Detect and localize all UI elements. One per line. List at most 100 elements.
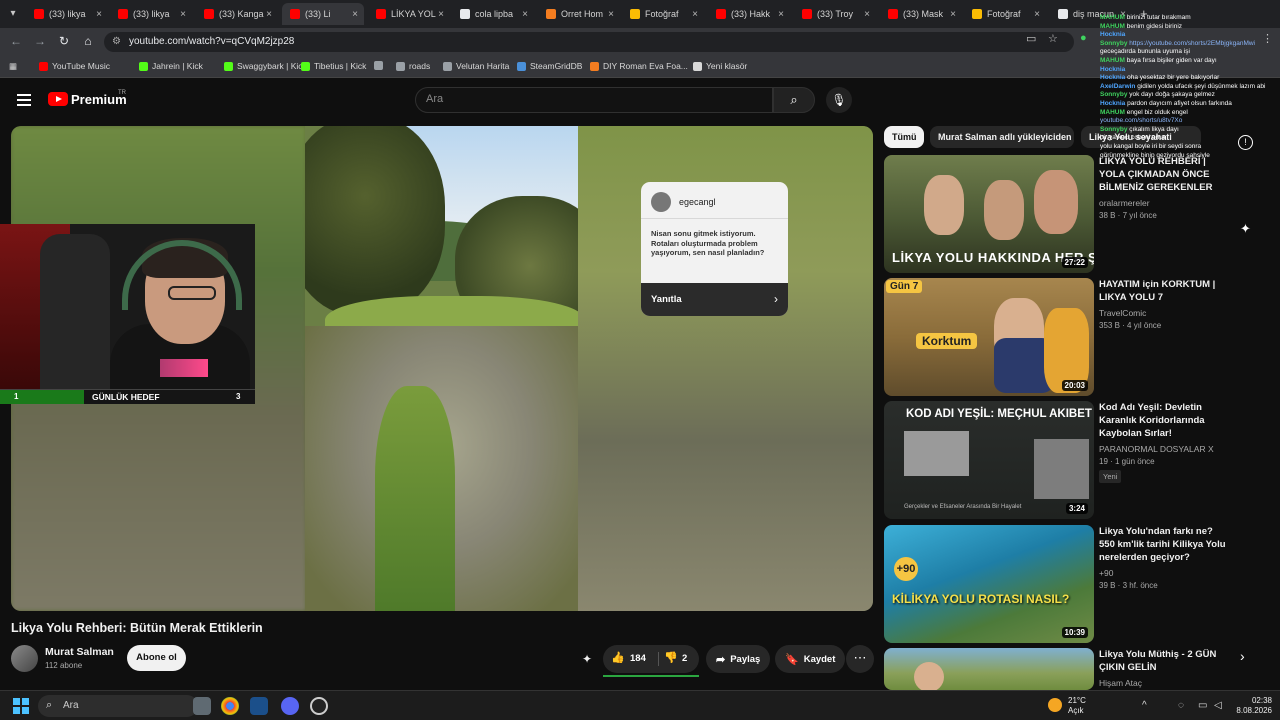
browser-tab[interactable]: (33) Hakk × xyxy=(708,3,790,25)
browser-tab[interactable]: Orret Hom × xyxy=(538,3,620,25)
tab-close-icon[interactable]: × xyxy=(438,9,444,20)
video-thumbnail[interactable]: KOD ADI YEŞİL: MEÇHUL AKIBET Gerçekler v… xyxy=(884,401,1094,519)
recommendation-title[interactable]: Likya Yolu'ndan farkı ne? 550 km'lik tar… xyxy=(1099,525,1229,564)
tab-close-icon[interactable]: × xyxy=(180,9,186,20)
voice-search-icon[interactable]: 🎙 xyxy=(826,87,852,113)
tab-close-icon[interactable]: × xyxy=(1034,9,1040,20)
channel-name[interactable]: Murat Salman xyxy=(45,646,114,658)
ask-ai-icon[interactable]: ✦ xyxy=(582,652,592,666)
info-icon[interactable]: ! xyxy=(1238,135,1253,150)
chrome-icon[interactable] xyxy=(221,697,239,715)
share-button[interactable]: ➦ Paylaş xyxy=(706,645,771,673)
browser-tab[interactable]: cola lipba × xyxy=(452,3,534,25)
filter-chip[interactable]: Murat Salman adlı yükleyiciden xyxy=(930,126,1074,148)
browser-tab[interactable]: (33) likya × xyxy=(110,3,192,25)
recommendation-channel[interactable]: Hişam Ataç xyxy=(1099,678,1142,688)
save-button[interactable]: 🔖 Kaydet xyxy=(775,645,846,673)
recommendation-channel[interactable]: +90 xyxy=(1099,568,1113,578)
bookmark-item[interactable] xyxy=(374,61,387,70)
browser-tab[interactable]: LİKYA YOL × xyxy=(368,3,450,25)
forward-icon[interactable]: → xyxy=(32,34,48,48)
video-thumbnail[interactable] xyxy=(884,648,1094,690)
bookmark-item[interactable]: YouTube Music xyxy=(39,61,110,71)
video-thumbnail[interactable]: +90 KİLİKYA YOLU ROTASI NASIL? 10:39 xyxy=(884,525,1094,643)
windows-start-icon[interactable] xyxy=(13,698,29,714)
volume-icon[interactable]: ◁ xyxy=(1214,700,1222,711)
browser-tab[interactable]: Fotoğraf × xyxy=(622,3,704,25)
tab-favicon-icon xyxy=(630,9,640,19)
browser-tab[interactable]: (33) Li × xyxy=(282,3,364,25)
video-thumbnail[interactable]: Gün 7 Korktum 20:03 xyxy=(884,278,1094,396)
recommendation-channel[interactable]: TravelComic xyxy=(1099,308,1146,318)
bookmark-item[interactable]: DIY Roman Eva Foa... xyxy=(590,61,688,71)
browser-tab[interactable]: (33) Kanga × xyxy=(196,3,278,25)
browser-tab[interactable]: Fotoğraf × xyxy=(964,3,1046,25)
app-icon[interactable] xyxy=(250,697,268,715)
tab-search-button[interactable]: ▾ xyxy=(4,5,22,23)
tab-close-icon[interactable]: × xyxy=(266,9,272,20)
obs-icon[interactable] xyxy=(310,697,328,715)
recommendation-title[interactable]: Likya Yolu Müthiş - 2 GÜN ÇIKIN GELİN xyxy=(1099,648,1229,674)
cast-icon[interactable]: ▭ xyxy=(1026,32,1036,45)
chevron-up-icon[interactable]: ^ xyxy=(1142,700,1147,711)
bookmark-item[interactable]: Yeni klasör xyxy=(693,61,747,71)
bookmark-item[interactable]: Jahrein | Kick xyxy=(139,61,203,71)
chevron-right-icon[interactable]: › xyxy=(1240,648,1245,664)
chat-text: engel biz olduk engel xyxy=(1126,108,1188,116)
youtube-logo-icon[interactable] xyxy=(48,92,68,106)
tab-close-icon[interactable]: × xyxy=(96,9,102,20)
more-actions-icon[interactable]: ⋯ xyxy=(846,645,874,673)
weather-widget[interactable]: 21°C Açık xyxy=(1068,696,1086,716)
recommendation-channel[interactable]: oralarmereler xyxy=(1099,198,1150,208)
bookmark-item[interactable]: roads xyxy=(396,61,430,71)
file-explorer-icon[interactable] xyxy=(193,697,211,715)
recommendation-title[interactable]: Kod Adı Yeşil: Devletin Karanlık Koridor… xyxy=(1099,401,1229,440)
browser-tab[interactable]: (33) Mask × xyxy=(880,3,962,25)
tab-close-icon[interactable]: × xyxy=(950,9,956,20)
bookmark-item[interactable]: Velutan Harita xyxy=(443,61,509,71)
network-icon[interactable]: ▭ xyxy=(1198,700,1207,711)
discord-icon[interactable] xyxy=(281,697,299,715)
recommendation-channel[interactable]: PARANORMAL DOSYALAR X xyxy=(1099,444,1214,454)
notification-icon[interactable]: ◌ xyxy=(1178,700,1184,711)
dislike-icon[interactable]: 👎 xyxy=(664,651,678,664)
guide-menu-icon[interactable] xyxy=(17,94,31,106)
apps-grid-icon[interactable]: ▦ xyxy=(9,61,17,72)
like-icon[interactable]: 👍 xyxy=(611,651,625,664)
extension-icon[interactable]: ● xyxy=(1080,32,1087,44)
browser-tab[interactable]: (33) Troy × xyxy=(794,3,876,25)
tab-close-icon[interactable]: × xyxy=(352,9,358,20)
browser-tab[interactable]: (33) likya × xyxy=(26,3,108,25)
dislike-count[interactable]: 2 xyxy=(682,653,687,664)
address-bar[interactable]: ⚙ youtube.com/watch?v=qCVqM2jzp28 xyxy=(104,32,1074,52)
recommendation-item[interactable]: Gün 7 Korktum 20:03 HAYATIM için KORKTUM… xyxy=(884,278,1264,396)
bookmark-item[interactable]: Tibetius | Kick xyxy=(301,61,366,71)
bookmark-item[interactable]: SteamGridDB xyxy=(517,61,582,71)
video-thumbnail[interactable]: LİKYA YOLU HAKKINDA HER ŞEY 27:22 xyxy=(884,155,1094,273)
recommendation-item[interactable]: Likya Yolu Müthiş - 2 GÜN ÇIKIN GELİN Hi… xyxy=(884,648,1264,690)
channel-avatar[interactable] xyxy=(11,645,38,672)
tab-close-icon[interactable]: × xyxy=(778,9,784,20)
recommendation-item[interactable]: KOD ADI YEŞİL: MEÇHUL AKIBET Gerçekler v… xyxy=(884,401,1264,519)
bookmark-star-icon[interactable]: ☆ xyxy=(1048,32,1058,45)
clock[interactable]: 02:38 8.08.2026 xyxy=(1234,696,1272,716)
reload-icon[interactable]: ↻ xyxy=(56,34,72,48)
tab-close-icon[interactable]: × xyxy=(864,9,870,20)
tab-close-icon[interactable]: × xyxy=(522,9,528,20)
tab-close-icon[interactable]: × xyxy=(692,9,698,20)
taskbar-search[interactable]: ⌕ Ara xyxy=(38,695,198,717)
bookmark-item[interactable]: Swaggybark | Kick xyxy=(224,61,307,71)
recommendation-title[interactable]: HAYATIM için KORKTUM | LIKYA YOLU 7 xyxy=(1099,278,1229,304)
sparkle-icon[interactable]: ✦ xyxy=(1240,221,1251,237)
recommendation-item[interactable]: +90 KİLİKYA YOLU ROTASI NASIL? 10:39 Lik… xyxy=(884,525,1264,643)
site-info-icon[interactable]: ⚙ xyxy=(112,36,121,47)
back-icon[interactable]: ← xyxy=(8,34,24,48)
search-icon[interactable]: ⌕ xyxy=(773,87,815,113)
home-icon[interactable]: ⌂ xyxy=(80,34,96,48)
like-count[interactable]: 184 xyxy=(630,653,646,664)
subscribe-button[interactable]: Abone ol xyxy=(127,645,186,671)
search-input[interactable] xyxy=(426,93,756,105)
weather-icon[interactable] xyxy=(1048,698,1062,712)
filter-chip[interactable]: Tümü xyxy=(884,126,924,148)
tab-close-icon[interactable]: × xyxy=(608,9,614,20)
